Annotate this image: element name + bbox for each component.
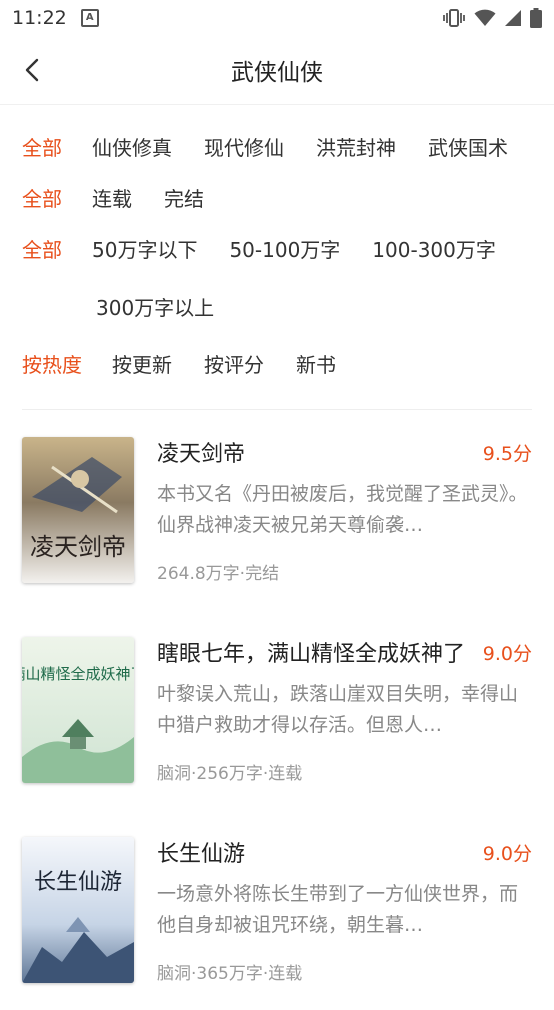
cover-title-text: 凌天剑帝 <box>30 533 126 561</box>
book-description: 叶黎误入荒山，跌落山崖双目失明，幸得山中猎户救助才得以存活。但恩人… <box>157 683 519 736</box>
back-arrow-icon[interactable] <box>18 54 50 86</box>
top-app-bar: 武侠仙侠 <box>0 36 554 105</box>
book-title[interactable]: 凌天剑帝 <box>157 436 245 468</box>
book-cover[interactable]: 满山精怪全成妖神了 <box>22 637 134 783</box>
page-title: 武侠仙侠 <box>231 60 323 86</box>
cover-title-text: 满山精怪全成妖神了 <box>22 665 134 683</box>
sort-by-rating[interactable]: 按评分 <box>204 349 264 378</box>
sort-new-books[interactable]: 新书 <box>296 349 336 378</box>
book-info: 瞎眼七年，满山精怪全成妖神了 9.0分 叶黎误入荒山，跌落山崖双目失明，幸得山中… <box>157 637 532 810</box>
length-filter-row-continued: 300万字以上 <box>22 274 532 338</box>
sort-by-popularity[interactable]: 按热度 <box>22 349 82 378</box>
book-meta: 脑洞·256万字·连载 <box>157 764 303 784</box>
book-score: 9.0分 <box>482 642 532 665</box>
filter-length-100-300[interactable]: 100-300万字 <box>372 234 496 263</box>
book-score: 9.5分 <box>482 442 532 465</box>
filter-length-under-50[interactable]: 50万字以下 <box>92 234 197 263</box>
filter-length-all[interactable]: 全部 <box>22 234 62 263</box>
sort-by-update[interactable]: 按更新 <box>112 349 172 378</box>
category-filter-row: 全部 仙侠修真 现代修仙 洪荒封神 武侠国术 <box>22 121 532 172</box>
status-bar: 11:22 A <box>0 0 554 36</box>
book-meta: 脑洞·365万字·连载 <box>157 964 303 984</box>
filter-category-modern[interactable]: 现代修仙 <box>204 132 284 161</box>
filter-panel: 全部 仙侠修真 现代修仙 洪荒封神 武侠国术 全部 连载 完结 全部 50万字以… <box>0 105 554 389</box>
book-description: 一场意外将陈长生带到了一方仙侠世界，而他自身却被诅咒环绕，朝生暮… <box>157 883 519 936</box>
filter-length-50-100[interactable]: 50-100万字 <box>229 234 340 263</box>
book-item[interactable]: 凌天剑帝 凌天剑帝 9.5分 本书又名《丹田被废后，我觉醒了圣武灵》。仙界战神凌… <box>22 410 532 610</box>
book-meta: 264.8万字·完结 <box>157 564 280 584</box>
wifi-icon <box>474 9 496 26</box>
book-cover[interactable]: 长生仙游 <box>22 837 134 983</box>
book-info: 凌天剑帝 9.5分 本书又名《丹田被废后，我觉醒了圣武灵》。仙界战神凌天被兄弟天… <box>157 437 532 610</box>
sort-filter-row: 按热度 按更新 按评分 新书 <box>22 338 532 389</box>
book-item[interactable]: 满山精怪全成妖神了 瞎眼七年，满山精怪全成妖神了 9.0分 叶黎误入荒山，跌落山… <box>22 610 532 810</box>
book-info: 长生仙游 9.0分 一场意外将陈长生带到了一方仙侠世界，而他自身却被诅咒环绕，朝… <box>157 837 532 1010</box>
filter-category-all[interactable]: 全部 <box>22 132 62 161</box>
battery-icon <box>530 8 542 28</box>
cover-title-text: 长生仙游 <box>34 870 122 895</box>
book-title[interactable]: 瞎眼七年，满山精怪全成妖神了 <box>157 636 465 668</box>
book-cover[interactable]: 凌天剑帝 <box>22 437 134 583</box>
status-filter-row: 全部 连载 完结 <box>22 172 532 223</box>
notification-icon: A <box>80 9 99 27</box>
book-item[interactable]: 长生仙游 长生仙游 9.0分 一场意外将陈长生带到了一方仙侠世界，而他自身却被诅… <box>22 810 532 1010</box>
book-title[interactable]: 长生仙游 <box>157 836 245 868</box>
book-description: 本书又名《丹田被废后，我觉醒了圣武灵》。仙界战神凌天被兄弟天尊偷袭… <box>157 483 528 536</box>
book-score: 9.0分 <box>482 842 532 865</box>
filter-status-ongoing[interactable]: 连载 <box>92 183 132 212</box>
book-list: 凌天剑帝 凌天剑帝 9.5分 本书又名《丹田被废后，我觉醒了圣武灵》。仙界战神凌… <box>0 410 554 1010</box>
filter-length-over-300[interactable]: 300万字以上 <box>96 292 214 321</box>
vibrate-icon <box>443 9 465 27</box>
filter-status-all[interactable]: 全部 <box>22 183 62 212</box>
signal-icon <box>505 10 521 26</box>
filter-category-xianxia[interactable]: 仙侠修真 <box>92 132 172 161</box>
filter-status-completed[interactable]: 完结 <box>164 183 204 212</box>
length-filter-row: 全部 50万字以下 50-100万字 100-300万字 <box>22 223 532 274</box>
status-time: 11:22 <box>12 7 67 29</box>
filter-category-wuxia[interactable]: 武侠国术 <box>428 132 508 161</box>
filter-category-honghuang[interactable]: 洪荒封神 <box>316 132 396 161</box>
